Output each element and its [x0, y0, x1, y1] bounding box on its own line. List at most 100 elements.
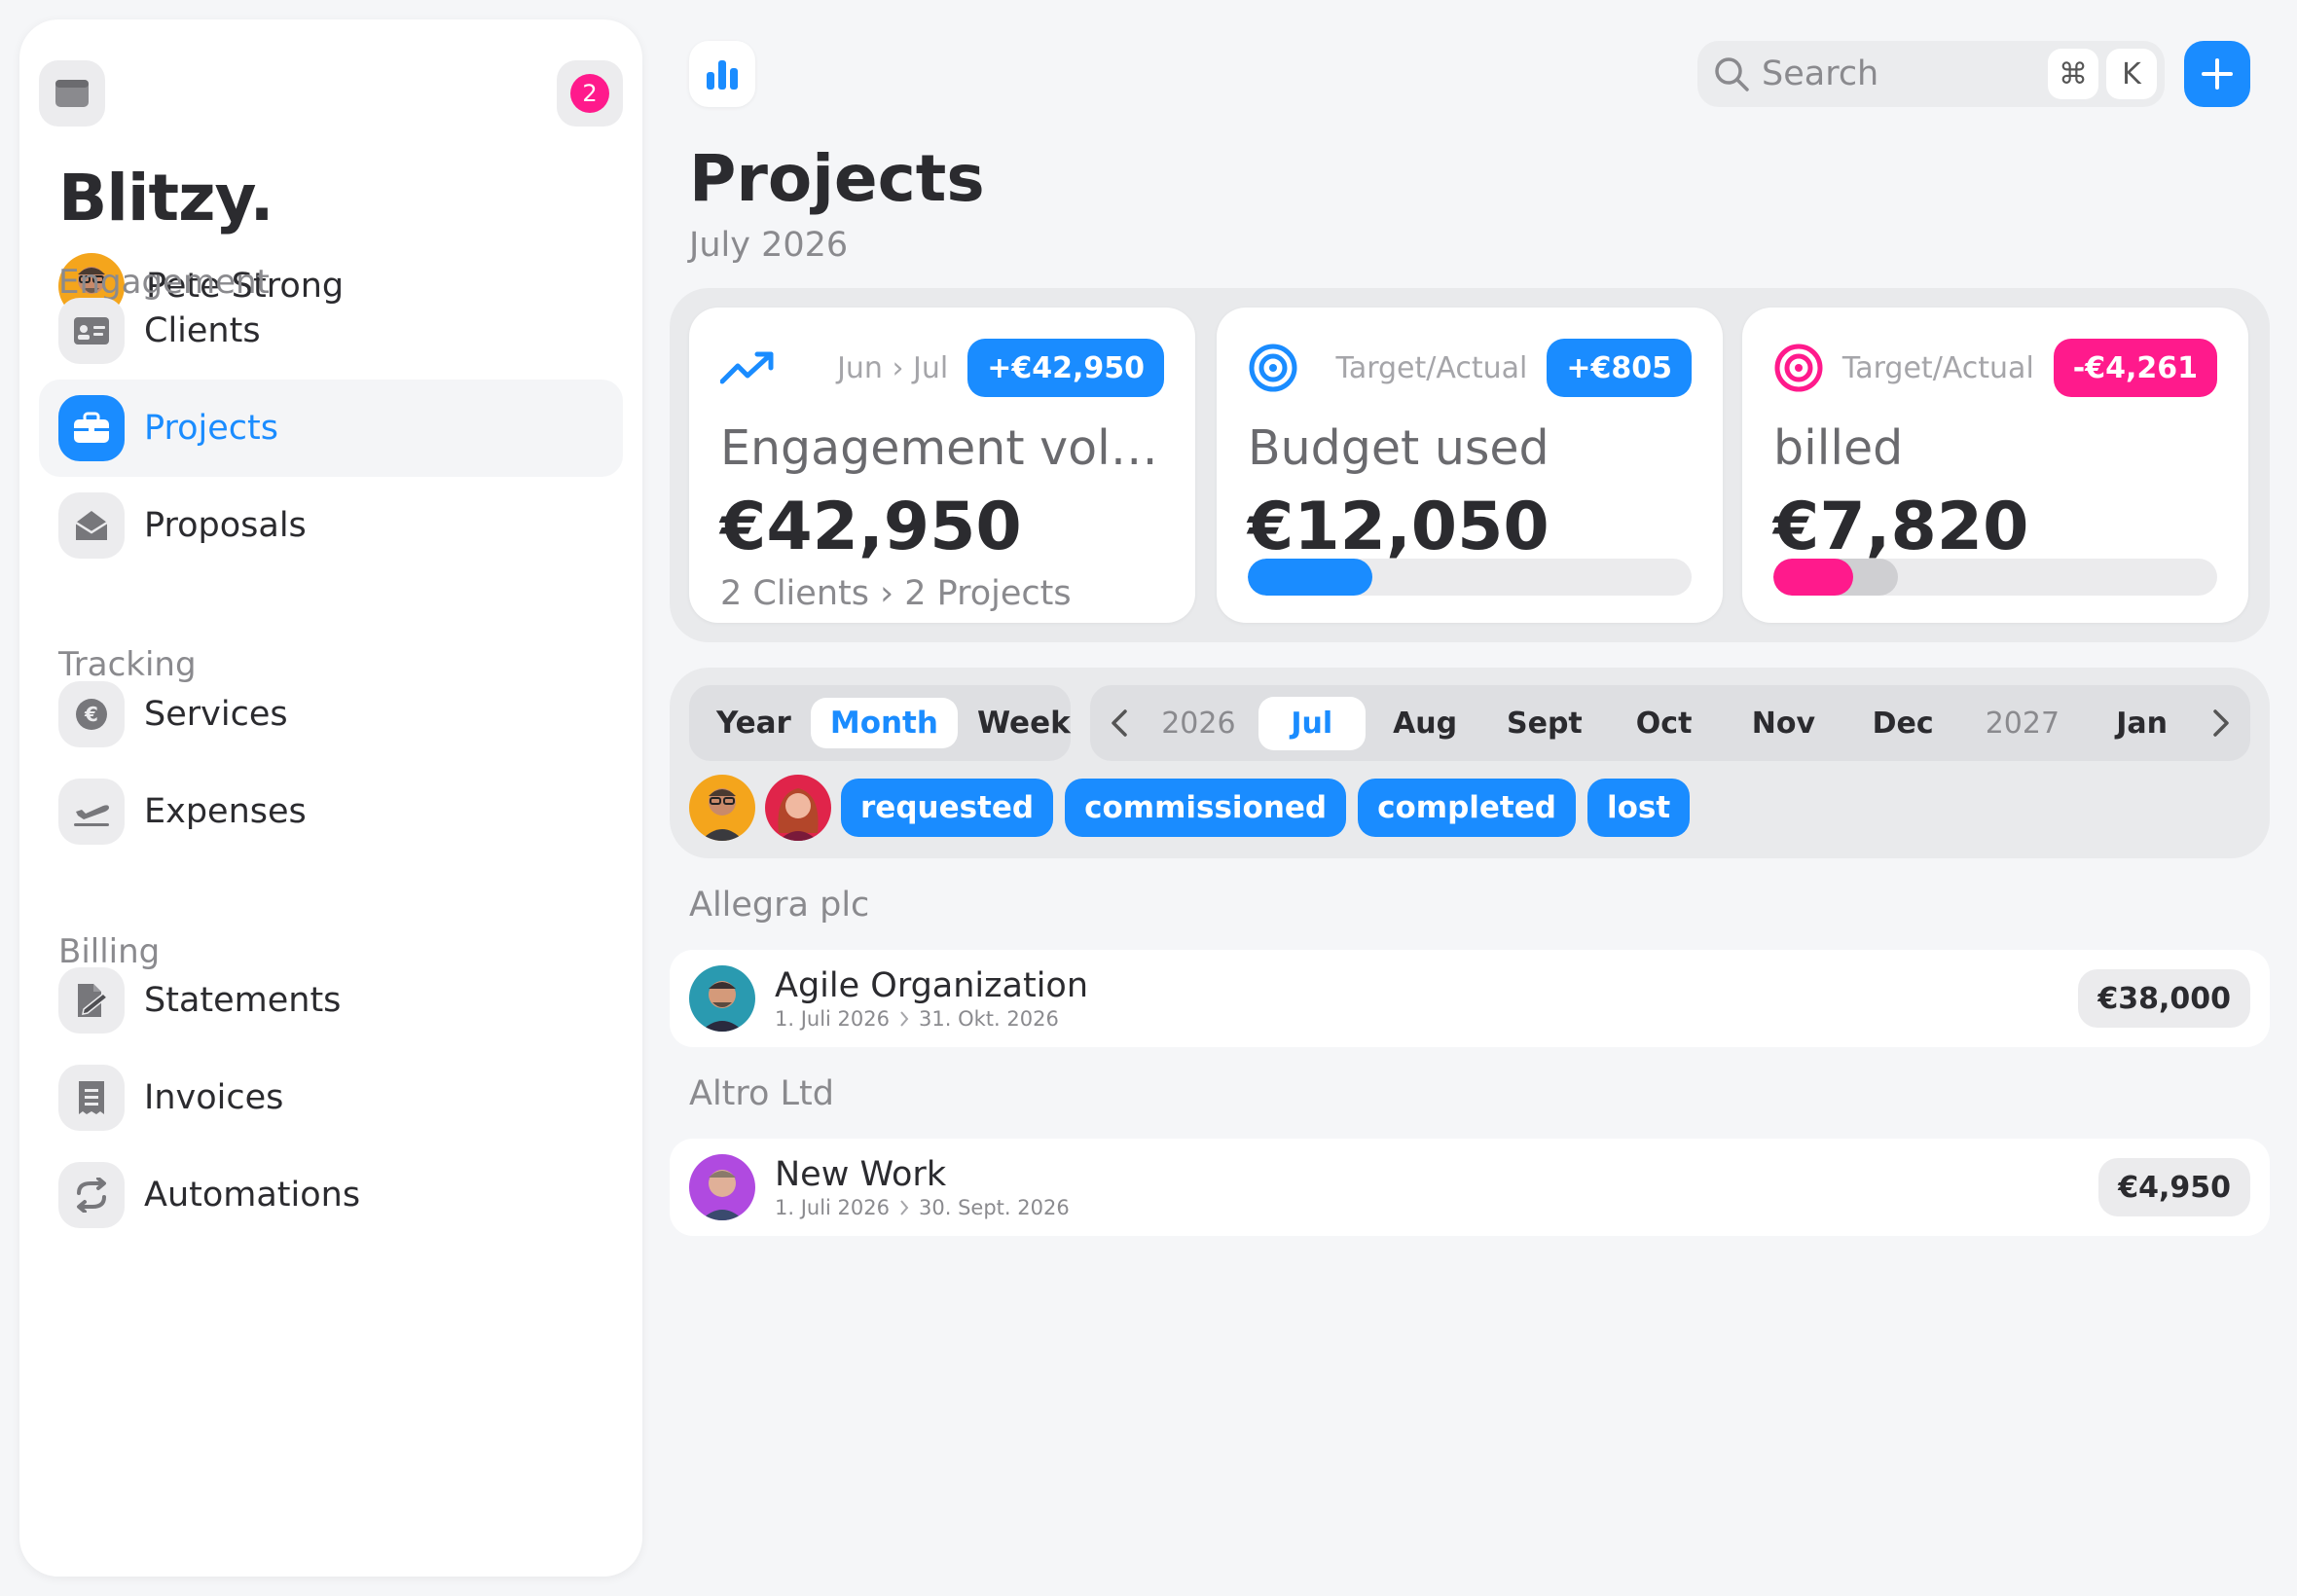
month-selector: 2026 Jul Aug Sept Oct Nov Dec 2027 Jan — [1090, 685, 2250, 761]
page-subtitle: July 2026 — [689, 226, 849, 265]
sidebar: 2 Blitzy. Pete Strong Engagement Clients… — [19, 19, 642, 1577]
kpi-card-budget-used[interactable]: Target/Actual +€805 Budget used €12,050 — [1217, 308, 1723, 623]
search-box[interactable]: Search ⌘ K — [1697, 41, 2165, 107]
sidebar-item-statements[interactable]: Statements — [39, 952, 623, 1049]
notification-badge: 2 — [570, 74, 609, 113]
kpi-label: Engagement volu… — [720, 420, 1168, 476]
project-end-date: 31. Okt. 2026 — [919, 1007, 1059, 1031]
chevron-right-icon[interactable] — [2202, 707, 2241, 739]
filter-avatar-second-user[interactable] — [765, 775, 831, 841]
status-tag-completed[interactable]: completed — [1358, 779, 1576, 837]
budget-progress-fill — [1248, 559, 1372, 596]
kpi-delta-badge: +€42,950 — [967, 339, 1164, 397]
sidebar-item-label: Clients — [144, 311, 261, 350]
status-tag-lost[interactable]: lost — [1586, 779, 1691, 837]
search-icon — [1715, 57, 1749, 91]
add-project-button[interactable] — [2184, 41, 2250, 107]
sidebar-item-label: Automations — [144, 1176, 361, 1215]
client-group-label: Allegra plc — [689, 886, 870, 925]
kpi-label: billed — [1773, 420, 1904, 476]
notifications-button[interactable]: 2 — [557, 60, 623, 127]
chevron-right-icon — [899, 1199, 909, 1216]
kpi-range: Target/Actual — [1335, 350, 1528, 385]
status-tag-commissioned[interactable]: commissioned — [1065, 779, 1347, 837]
analytics-button[interactable] — [689, 41, 755, 107]
period-segmented-control: Year Month Week — [689, 685, 1071, 761]
month-option-oct[interactable]: Oct — [1604, 697, 1724, 750]
search-input[interactable]: Search — [1762, 54, 2048, 93]
sidebar-item-label: Expenses — [144, 792, 307, 831]
period-option-week[interactable]: Week — [958, 698, 1090, 748]
project-avatar — [689, 1154, 755, 1220]
kpi-panel: Jun › Jul +€42,950 Engagement volu… €42,… — [670, 288, 2270, 642]
sidebar-toggle-button[interactable] — [39, 60, 105, 127]
kpi-value: €7,820 — [1773, 489, 2029, 565]
year-label-2026: 2026 — [1161, 706, 1236, 741]
chevron-left-icon[interactable] — [1100, 707, 1139, 739]
kpi-delta-badge: -€4,261 — [2053, 339, 2217, 397]
status-tag-requested[interactable]: requested — [841, 779, 1054, 837]
year-label-2027: 2027 — [1985, 706, 2060, 741]
month-option-jul[interactable]: Jul — [1258, 696, 1366, 750]
sidebar-item-proposals[interactable]: Proposals — [39, 477, 623, 574]
project-row[interactable]: New Work 1. Juli 2026 30. Sept. 2026 €4,… — [670, 1139, 2270, 1236]
kpi-footnote: 2 Clients › 2 Projects — [720, 574, 1072, 613]
project-title: Agile Organization — [775, 966, 1089, 1005]
kpi-range: Jun › Jul — [837, 350, 949, 385]
project-amount: €4,950 — [2098, 1158, 2250, 1216]
shortcut-mod-key: ⌘ — [2048, 49, 2098, 99]
month-option-aug[interactable]: Aug — [1366, 697, 1485, 750]
file-signature-icon — [58, 967, 125, 1034]
project-dates: 1. Juli 2026 31. Okt. 2026 — [775, 1007, 2078, 1031]
svg-text:€: € — [84, 703, 98, 726]
sidebar-item-label: Invoices — [144, 1078, 284, 1117]
refresh-icon — [58, 1162, 125, 1228]
id-card-icon — [58, 298, 125, 364]
period-option-year[interactable]: Year — [697, 698, 811, 748]
sidebar-item-label: Projects — [144, 409, 278, 448]
euro-coin-icon: € — [58, 681, 125, 747]
kpi-card-engagement-volume[interactable]: Jun › Jul +€42,950 Engagement volu… €42,… — [689, 308, 1195, 623]
kpi-delta-badge: +€805 — [1547, 339, 1692, 397]
kpi-value: €42,950 — [720, 489, 1022, 565]
filter-panel: Year Month Week 2026 Jul Aug Sept Oct No… — [670, 668, 2270, 858]
window-icon — [55, 80, 89, 107]
sidebar-item-projects[interactable]: Projects — [39, 380, 623, 477]
period-option-month[interactable]: Month — [810, 698, 958, 748]
sidebar-item-invoices[interactable]: Invoices — [39, 1049, 623, 1146]
month-option-dec[interactable]: Dec — [1843, 697, 1963, 750]
client-group-label: Altro Ltd — [689, 1074, 834, 1113]
page-title: Projects — [689, 141, 985, 216]
project-row[interactable]: Agile Organization 1. Juli 2026 31. Okt.… — [670, 950, 2270, 1047]
briefcase-icon — [58, 395, 125, 461]
project-dates: 1. Juli 2026 30. Sept. 2026 — [775, 1196, 2098, 1219]
billed-progress-bar — [1773, 559, 2217, 596]
trend-up-icon — [720, 351, 774, 384]
sidebar-item-clients[interactable]: Clients — [39, 282, 623, 380]
sidebar-item-expenses[interactable]: Expenses — [39, 763, 623, 860]
kpi-range: Target/Actual — [1841, 350, 2034, 385]
sidebar-item-services[interactable]: € Services — [39, 666, 623, 763]
kpi-value: €12,050 — [1248, 489, 1550, 565]
sidebar-item-label: Statements — [144, 981, 342, 1020]
sidebar-item-automations[interactable]: Automations — [39, 1146, 623, 1244]
billed-progress-fill — [1773, 559, 1854, 596]
filter-avatar-pete[interactable] — [689, 775, 755, 841]
status-filter-tags: requested commissioned completed lost — [689, 775, 1701, 841]
target-icon — [1774, 344, 1823, 392]
month-option-jan[interactable]: Jan — [2082, 697, 2202, 750]
plane-departure-icon — [58, 779, 125, 845]
shortcut-k-key: K — [2106, 49, 2157, 99]
main-content: Search ⌘ K Projects July 2026 Jun › Jul … — [670, 0, 2278, 1596]
project-start-date: 1. Juli 2026 — [775, 1007, 891, 1031]
budget-progress-bar — [1248, 559, 1692, 596]
month-option-nov[interactable]: Nov — [1724, 697, 1843, 750]
project-end-date: 30. Sept. 2026 — [919, 1196, 1070, 1219]
project-avatar — [689, 965, 755, 1032]
kpi-label: Budget used — [1248, 420, 1550, 476]
month-option-sept[interactable]: Sept — [1485, 697, 1605, 750]
kpi-card-billed[interactable]: Target/Actual -€4,261 billed €7,820 — [1742, 308, 2248, 623]
target-icon — [1249, 344, 1297, 392]
bar-chart-icon — [707, 60, 738, 90]
envelope-open-icon — [58, 492, 125, 559]
